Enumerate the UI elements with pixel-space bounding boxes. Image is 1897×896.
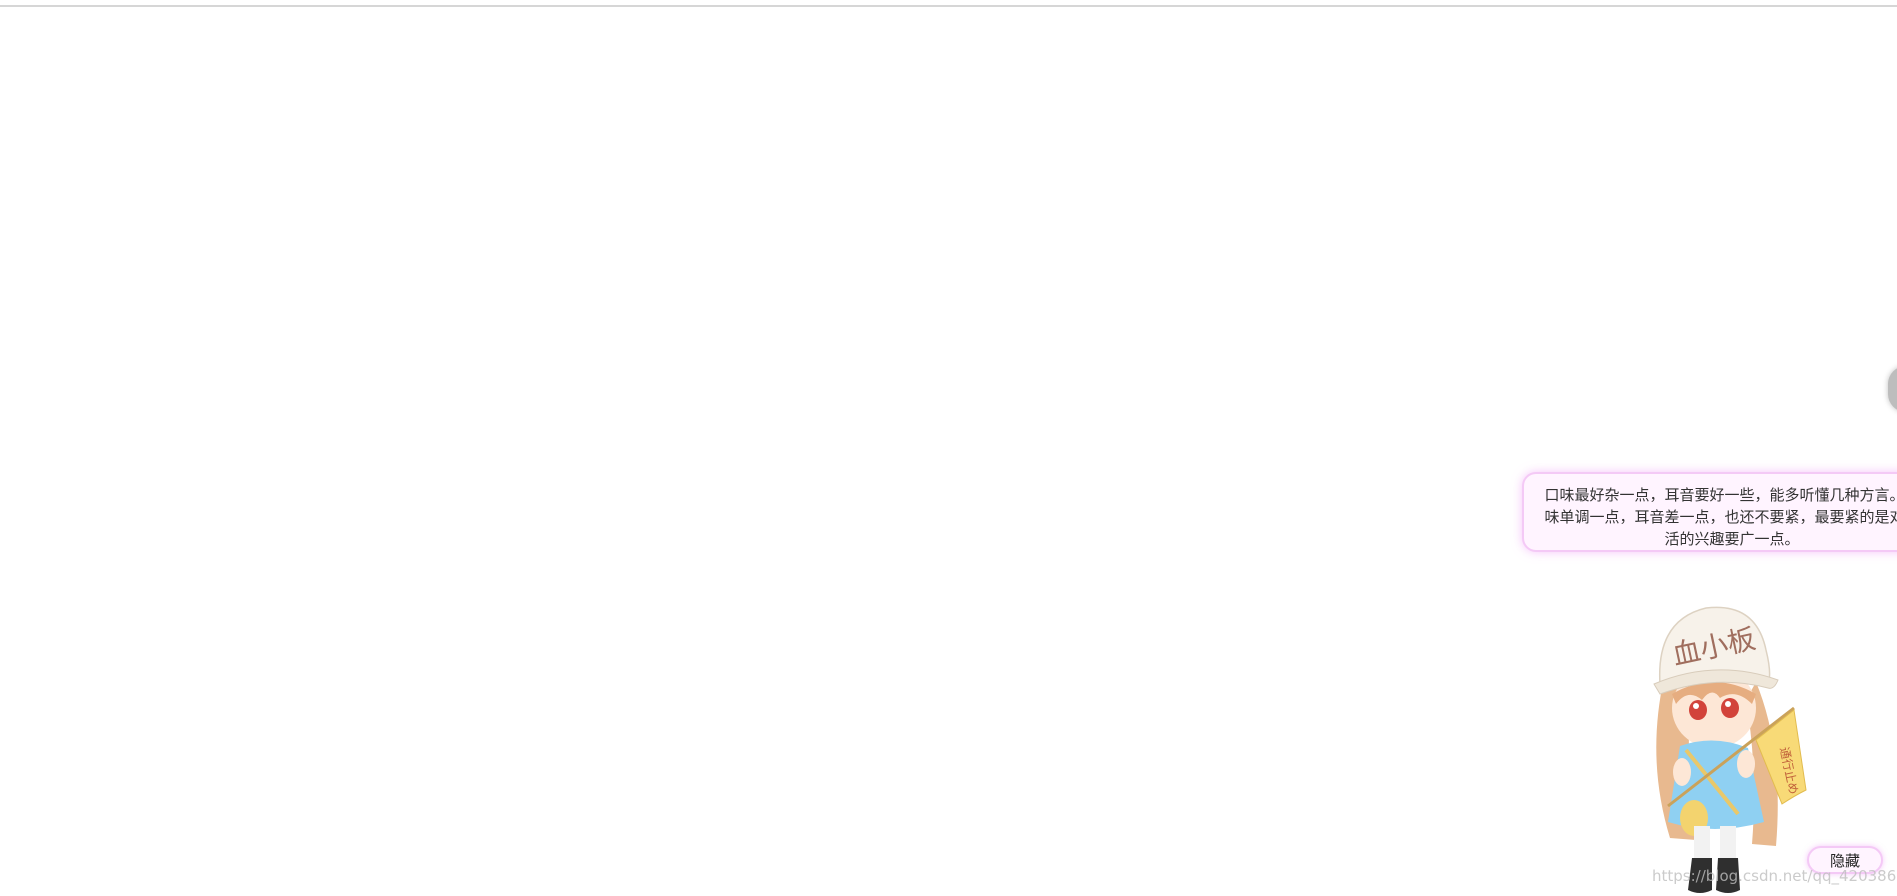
page: 口味最好杂一点，耳音要好一些，能多听懂几种方言。口味单调一点，耳音差一点，也还不… xyxy=(0,0,1897,896)
watermark-url: https://blog.csdn.net/qq_42038623 xyxy=(1652,867,1897,885)
mascot-right-eye xyxy=(1721,698,1739,718)
side-toggle-handle[interactable] xyxy=(1888,366,1897,412)
mascot-speech-bubble: 口味最好杂一点，耳音要好一些，能多听懂几种方言。口味单调一点，耳音差一点，也还不… xyxy=(1522,472,1897,552)
top-divider xyxy=(0,5,1897,7)
mascot-character[interactable]: 血小板 通行止め xyxy=(1616,600,1816,896)
mascot-left-eye xyxy=(1689,700,1707,720)
speech-bubble-text: 口味最好杂一点，耳音要好一些，能多听懂几种方言。口味单调一点，耳音差一点，也还不… xyxy=(1544,486,1897,548)
